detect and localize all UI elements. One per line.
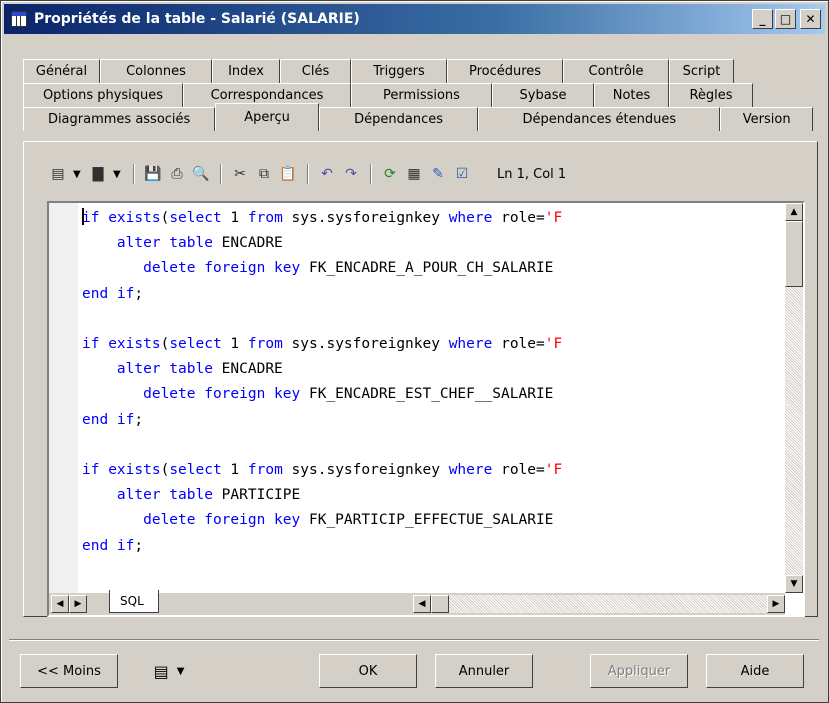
cancel-button-label: Annuler (458, 663, 510, 679)
sheet-prev-icon[interactable]: ◀ (51, 595, 69, 613)
button-row: << Moins ▤ ▼ OK Annuler Appliquer Aide (1, 654, 829, 688)
code-line: end if; (82, 411, 144, 428)
tab-notes[interactable]: Notes (594, 83, 669, 107)
undo-icon[interactable]: ↶ (318, 165, 336, 183)
check-icon[interactable]: ☑ (453, 165, 471, 183)
help-button[interactable]: Aide (706, 654, 804, 688)
toolbar-separator (307, 164, 308, 184)
tab-script[interactable]: Script (669, 59, 734, 83)
code-line: end if; (82, 285, 144, 302)
tab-triggers[interactable]: Triggers (351, 59, 447, 83)
find-icon[interactable]: 🔍 (192, 165, 210, 183)
tab-options-physiques[interactable]: Options physiques (23, 83, 183, 107)
sheet-bar: ◀ ▶ SQL ◀ ▶ (49, 590, 785, 615)
title-bar[interactable]: Propriétés de la table - Salarié (SALARI… (4, 4, 825, 34)
sql-editor[interactable]: if exists(select 1 from sys.sysforeignke… (47, 201, 805, 617)
redo-icon[interactable]: ↷ (342, 165, 360, 183)
ok-button-label: OK (358, 663, 378, 679)
vertical-scrollbar[interactable]: ▲ ▼ (785, 203, 803, 593)
code-line: delete foreign key FK_PARTICIP_EFFECTUE_… (82, 512, 554, 529)
help-button-label: Aide (740, 663, 770, 679)
less-button[interactable]: << Moins (20, 654, 118, 688)
maximize-button[interactable]: □ (775, 9, 796, 29)
code-line: if exists(select 1 from sys.sysforeignke… (82, 462, 563, 479)
script-menu-button[interactable]: ▤ ▼ (138, 654, 200, 688)
separator (9, 639, 819, 640)
horizontal-scrollbar[interactable] (449, 595, 767, 613)
scroll-down-icon[interactable]: ▼ (785, 575, 803, 593)
ok-button[interactable]: OK (319, 654, 417, 688)
paste-icon[interactable]: 📋 (279, 165, 297, 183)
code-line: delete foreign key FK_ENCADRE_EST_CHEF__… (82, 386, 554, 403)
table-icon (11, 11, 27, 27)
script-menu-icon: ▤ (153, 661, 169, 681)
toolbar-separator (370, 164, 371, 184)
preview-toolbar: ▤ ▼ ▇ ▼ 💾 ⎙ 🔍 ✂ ⧉ 📋 ↶ ↷ ⟳ ▦ ✎ ☑ Ln 1, Col 1 (49, 159, 566, 189)
minimize-button[interactable]: _ (752, 9, 773, 29)
code-line: alter table ENCADRE (82, 361, 283, 378)
tab-colonnes[interactable]: Colonnes (100, 59, 212, 83)
code-line: end if; (82, 537, 144, 554)
hscroll-thumb[interactable] (431, 595, 449, 613)
sheet-tab-sql[interactable]: SQL (109, 590, 159, 613)
tab-row-2: Options physiques Correspondances Permissi… (23, 83, 813, 107)
tab-controle[interactable]: Contrôle (563, 59, 669, 83)
cursor-position: Ln 1, Col 1 (497, 166, 567, 182)
tab-regles[interactable]: Règles (669, 83, 753, 107)
scroll-left-icon[interactable]: ◀ (413, 595, 431, 613)
chevron-down-icon: ▼ (176, 665, 185, 677)
less-button-label: << Moins (37, 663, 101, 679)
tab-apercu[interactable]: Aperçu (215, 103, 319, 131)
tab-dependances-etendues[interactable]: Dépendances étendues (478, 107, 721, 131)
new-document-icon[interactable]: ▇ (89, 165, 107, 183)
window-title: Propriétés de la table - Salarié (SALARI… (34, 11, 360, 27)
tab-procedures[interactable]: Procédures (447, 59, 563, 83)
code-line: if exists(select 1 from sys.sysforeignke… (82, 336, 563, 353)
save-icon[interactable]: 💾 (144, 165, 162, 183)
chevron-down-icon[interactable]: ▼ (73, 169, 83, 180)
editor-gutter (49, 203, 78, 593)
tab-index[interactable]: Index (212, 59, 280, 83)
tab-cles[interactable]: Clés (280, 59, 351, 83)
toolbar-separator (133, 164, 134, 184)
tab-diagrammes-associes[interactable]: Diagrammes associés (23, 107, 216, 131)
cut-icon[interactable]: ✂ (231, 165, 249, 183)
scroll-right-icon[interactable]: ▶ (767, 595, 785, 613)
tab-dependances[interactable]: Dépendances (318, 107, 479, 131)
code-area[interactable]: if exists(select 1 from sys.sysforeignke… (82, 206, 775, 592)
tab-row-1: Général Colonnes Index Clés Triggers Procédur… (23, 59, 813, 83)
edit-icon[interactable]: ✎ (429, 165, 447, 183)
toolbar-separator (220, 164, 221, 184)
chevron-down-icon[interactable]: ▼ (113, 169, 123, 180)
code-line: if exists(select 1 from sys.sysforeignke… (82, 208, 563, 226)
tab-version[interactable]: Version (720, 107, 813, 131)
code-line: alter table PARTICIPE (82, 487, 301, 504)
format-icon[interactable]: ▦ (405, 165, 423, 183)
code-line: delete foreign key FK_ENCADRE_A_POUR_CH_… (82, 260, 554, 277)
cancel-button[interactable]: Annuler (435, 654, 533, 688)
tab-permissions[interactable]: Permissions (351, 83, 492, 107)
properties-dialog: Propriétés de la table - Salarié (SALARI… (0, 0, 829, 703)
code-line: alter table ENCADRE (82, 235, 283, 252)
scroll-thumb[interactable] (785, 221, 803, 287)
scroll-up-icon[interactable]: ▲ (785, 203, 803, 221)
close-button[interactable]: ✕ (800, 9, 821, 29)
refresh-icon[interactable]: ⟳ (381, 165, 399, 183)
tab-strip: Général Colonnes Index Clés Triggers Procédur… (23, 59, 813, 131)
copy-icon[interactable]: ⧉ (255, 165, 273, 183)
apply-button[interactable]: Appliquer (590, 654, 688, 688)
script-menu-icon[interactable]: ▤ (49, 165, 67, 183)
tab-general[interactable]: Général (23, 59, 100, 83)
apply-button-label: Appliquer (607, 663, 671, 679)
tab-row-3: Diagrammes associés Aperçu Dépendances Dépe… (23, 103, 813, 131)
tab-sybase[interactable]: Sybase (492, 83, 594, 107)
print-icon[interactable]: ⎙ (168, 165, 186, 183)
sheet-next-icon[interactable]: ▶ (69, 595, 87, 613)
